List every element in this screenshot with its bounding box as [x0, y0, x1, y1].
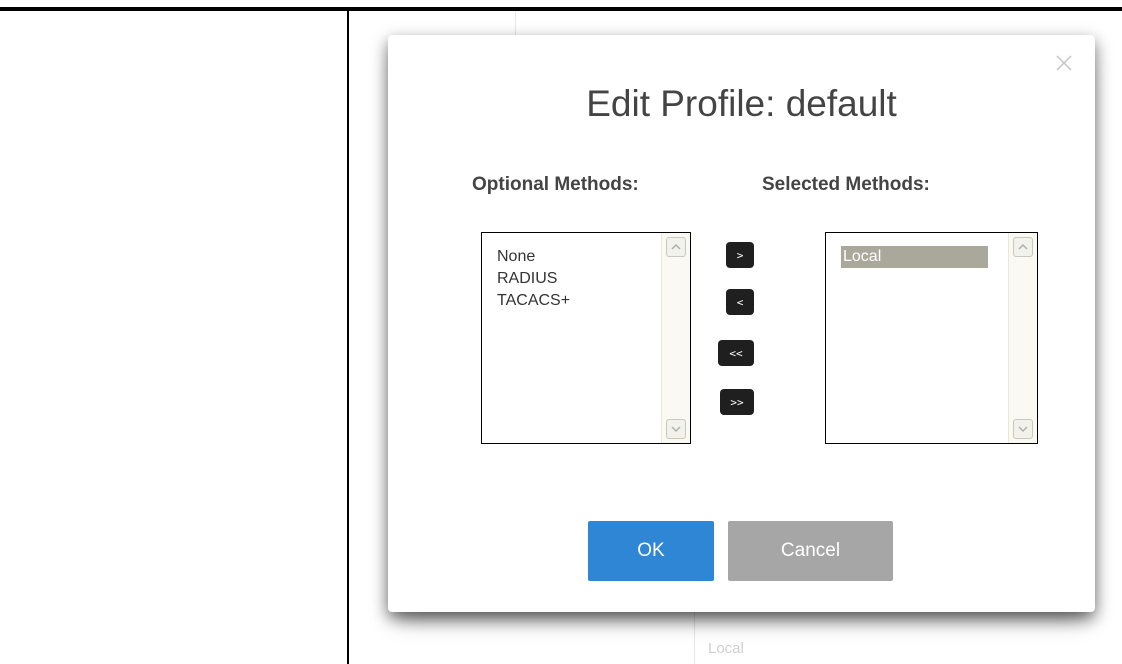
scroll-down-icon[interactable] [1013, 419, 1033, 439]
edit-profile-dialog: Edit Profile: default Optional Methods: … [388, 35, 1095, 612]
scrollbar[interactable] [661, 233, 690, 443]
remove-all-methods-button[interactable]: << [718, 340, 754, 366]
cancel-button[interactable]: Cancel [728, 521, 893, 581]
add-all-methods-button[interactable]: >> [720, 389, 754, 415]
remove-method-button[interactable]: < [726, 289, 754, 315]
list-item-selected[interactable]: Local [841, 246, 988, 268]
scrollbar[interactable] [1008, 233, 1037, 443]
selected-methods-label: Selected Methods: [762, 174, 930, 195]
selected-methods-list[interactable]: Local [825, 232, 1038, 444]
list-item[interactable]: TACACS+ [497, 290, 662, 312]
ok-button[interactable]: OK [588, 521, 714, 581]
scroll-up-icon[interactable] [1013, 237, 1033, 257]
scroll-down-icon[interactable] [666, 419, 686, 439]
close-icon[interactable] [1053, 52, 1075, 74]
add-method-button[interactable]: > [726, 242, 754, 268]
optional-methods-list[interactable]: None RADIUS TACACS+ [481, 232, 691, 444]
top-border-rule [0, 7, 1122, 11]
scroll-up-icon[interactable] [666, 237, 686, 257]
dialog-title: Edit Profile: default [586, 83, 897, 124]
list-item[interactable]: RADIUS [497, 268, 662, 290]
background-cell-text: Local [708, 640, 744, 657]
background-grid-line [515, 11, 516, 35]
optional-methods-label: Optional Methods: [472, 174, 639, 195]
left-panel-divider [347, 11, 349, 664]
list-item[interactable]: None [497, 246, 662, 268]
background-grid-line [694, 612, 695, 664]
